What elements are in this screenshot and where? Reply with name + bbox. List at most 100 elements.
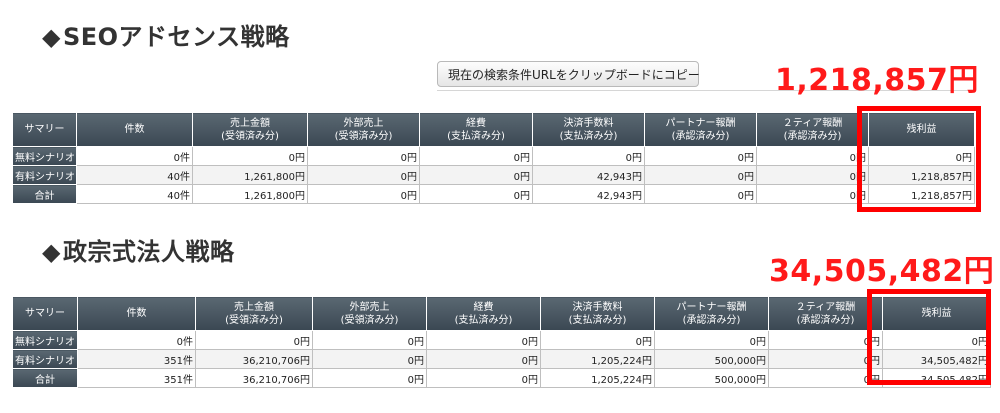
row-label: 無料シナリオ	[12, 330, 78, 350]
count-cell: 351件	[77, 349, 196, 369]
column-header-sub: (支払済み分)	[568, 314, 627, 326]
column-header: 残利益	[868, 112, 975, 147]
profit-cell: 1,218,857円	[868, 184, 975, 204]
profit-cell: 0円	[868, 146, 975, 166]
table-row: 有料シナリオ 351件 36,210,706円 0円 0円 1,205,224円…	[12, 349, 991, 369]
total-profit-value: 1,218,857円	[775, 63, 979, 98]
count-cell: 40件	[76, 165, 193, 185]
column-header: 外部売上 (受領済み分)	[312, 296, 427, 331]
row-label: 合計	[12, 368, 78, 388]
profit-cell: 34,505,482円	[882, 349, 991, 369]
column-header-line: 外部売上	[343, 117, 384, 129]
expense-cell: 0円	[419, 165, 533, 185]
external-sales-cell: 0円	[312, 368, 427, 388]
count-cell: 0件	[76, 146, 193, 166]
two-tier-cell: 0円	[768, 330, 883, 350]
column-header: 売上金額 (受領済み分)	[195, 296, 313, 331]
column-header-line: 売上金額	[234, 301, 274, 313]
external-sales-cell: 0円	[307, 184, 420, 204]
partner-cell: 0円	[644, 146, 757, 166]
column-header: 件数	[77, 296, 196, 331]
column-header-line: パートナー報酬	[676, 301, 747, 313]
sales-cell: 36,210,706円	[195, 349, 313, 369]
column-header: 決済手数料 (支払済み分)	[540, 296, 655, 331]
two-tier-cell: 0円	[756, 146, 869, 166]
column-header: パートナー報酬 (承認済み分)	[644, 112, 757, 147]
sales-cell: 1,261,800円	[192, 184, 308, 204]
table-row: 合計 351件 36,210,706円 0円 0円 1,205,224円 500…	[12, 368, 991, 388]
two-tier-cell: 0円	[756, 165, 869, 185]
column-header-sub: (承認済み分)	[671, 130, 730, 142]
expense-cell: 0円	[419, 146, 533, 166]
count-cell: 0件	[77, 330, 196, 350]
column-header: 経費 (支払済み分)	[426, 296, 541, 331]
column-header-sub: (支払済み分)	[559, 130, 618, 142]
row-label: 無料シナリオ	[12, 146, 77, 166]
column-header-line: 経費	[466, 117, 486, 129]
partner-cell: 0円	[644, 184, 757, 204]
column-header: 売上金額 (受領済み分)	[192, 112, 308, 147]
partner-cell: 0円	[654, 330, 769, 350]
diamond-icon: ◆	[42, 238, 61, 266]
column-header: ２ティア報酬 (承認済み分)	[768, 296, 883, 331]
section-title: ◆政宗式法人戦略	[42, 232, 234, 267]
two-tier-cell: 0円	[756, 184, 869, 204]
expense-cell: 0円	[426, 330, 541, 350]
column-header: 件数	[76, 112, 193, 147]
column-header-sub: (承認済み分)	[682, 314, 741, 326]
diamond-icon: ◆	[42, 23, 61, 51]
column-header: 外部売上 (受領済み分)	[307, 112, 420, 147]
table-row: 合計 40件 1,261,800円 0円 0円 42,943円 0円 0円 1,…	[12, 184, 975, 204]
external-sales-cell: 0円	[307, 146, 420, 166]
row-label: 有料シナリオ	[12, 349, 78, 369]
column-header-line: 外部売上	[349, 301, 390, 313]
count-cell: 40件	[76, 184, 193, 204]
column-header-sub: (承認済み分)	[783, 130, 842, 142]
partner-cell: 500,000円	[654, 349, 769, 369]
column-header-sub: (支払済み分)	[447, 130, 505, 142]
column-header: サマリー	[12, 296, 78, 331]
profit-cell: 1,218,857円	[868, 165, 975, 185]
summary-table: サマリー 件数 売上金額 (受領済み分) 外部売上 (受領済み分) 経費 (支払済み分…	[12, 112, 975, 204]
external-sales-cell: 0円	[312, 349, 427, 369]
section-title-text: 政宗式法人戦略	[62, 238, 235, 266]
expense-cell: 0円	[426, 368, 541, 388]
count-cell: 351件	[77, 368, 196, 388]
column-header-line: パートナー報酬	[665, 117, 736, 129]
column-header-line: 売上金額	[230, 117, 270, 129]
column-header-sub: (受領済み分)	[334, 130, 393, 142]
two-tier-cell: 0円	[768, 368, 883, 388]
expense-cell: 0円	[419, 184, 533, 204]
column-header-sub: (承認済み分)	[796, 314, 855, 326]
two-tier-cell: 0円	[768, 349, 883, 369]
fee-cell: 42,943円	[532, 184, 645, 204]
copy-url-button[interactable]: 現在の検索条件URLをクリップボードにコピー	[437, 61, 700, 87]
partner-cell: 0円	[644, 165, 757, 185]
profit-cell: 34,505,482円	[882, 368, 991, 388]
column-header-sub: (受領済み分)	[221, 130, 279, 142]
table-row: 無料シナリオ 0件 0円 0円 0円 0円 0円 0円 0円	[12, 146, 975, 166]
column-header-line: ２ティア報酬	[782, 117, 843, 129]
profit-cell: 0円	[882, 330, 991, 350]
column-header-sub: (受領済み分)	[340, 314, 399, 326]
column-header: 経費 (支払済み分)	[419, 112, 533, 147]
column-header: パートナー報酬 (承認済み分)	[654, 296, 769, 331]
total-profit-value: 34,505,482円	[769, 254, 995, 289]
column-header-sub: (受領済み分)	[225, 314, 283, 326]
external-sales-cell: 0円	[307, 165, 420, 185]
column-header-line: ２ティア報酬	[795, 301, 856, 313]
table-header-row: サマリー 件数 売上金額 (受領済み分) 外部売上 (受領済み分) 経費 (支払済み分…	[12, 112, 975, 147]
column-header: 決済手数料 (支払済み分)	[532, 112, 645, 147]
section-title: ◆SEOアドセンス戦略	[42, 17, 290, 52]
expense-cell: 0円	[426, 349, 541, 369]
sales-cell: 0円	[192, 146, 308, 166]
column-header-line: 経費	[473, 301, 494, 313]
row-label: 合計	[12, 184, 77, 204]
summary-table: サマリー 件数 売上金額 (受領済み分) 外部売上 (受領済み分) 経費 (支払済み分…	[12, 296, 991, 388]
column-header-sub: (支払済み分)	[454, 314, 513, 326]
column-header: サマリー	[12, 112, 77, 147]
table-header-row: サマリー 件数 売上金額 (受領済み分) 外部売上 (受領済み分) 経費 (支払済み分…	[12, 296, 991, 331]
section-title-text: SEOアドセンス戦略	[62, 23, 290, 51]
fee-cell: 1,205,224円	[540, 349, 655, 369]
table-row: 有料シナリオ 40件 1,261,800円 0円 0円 42,943円 0円 0…	[12, 165, 975, 185]
